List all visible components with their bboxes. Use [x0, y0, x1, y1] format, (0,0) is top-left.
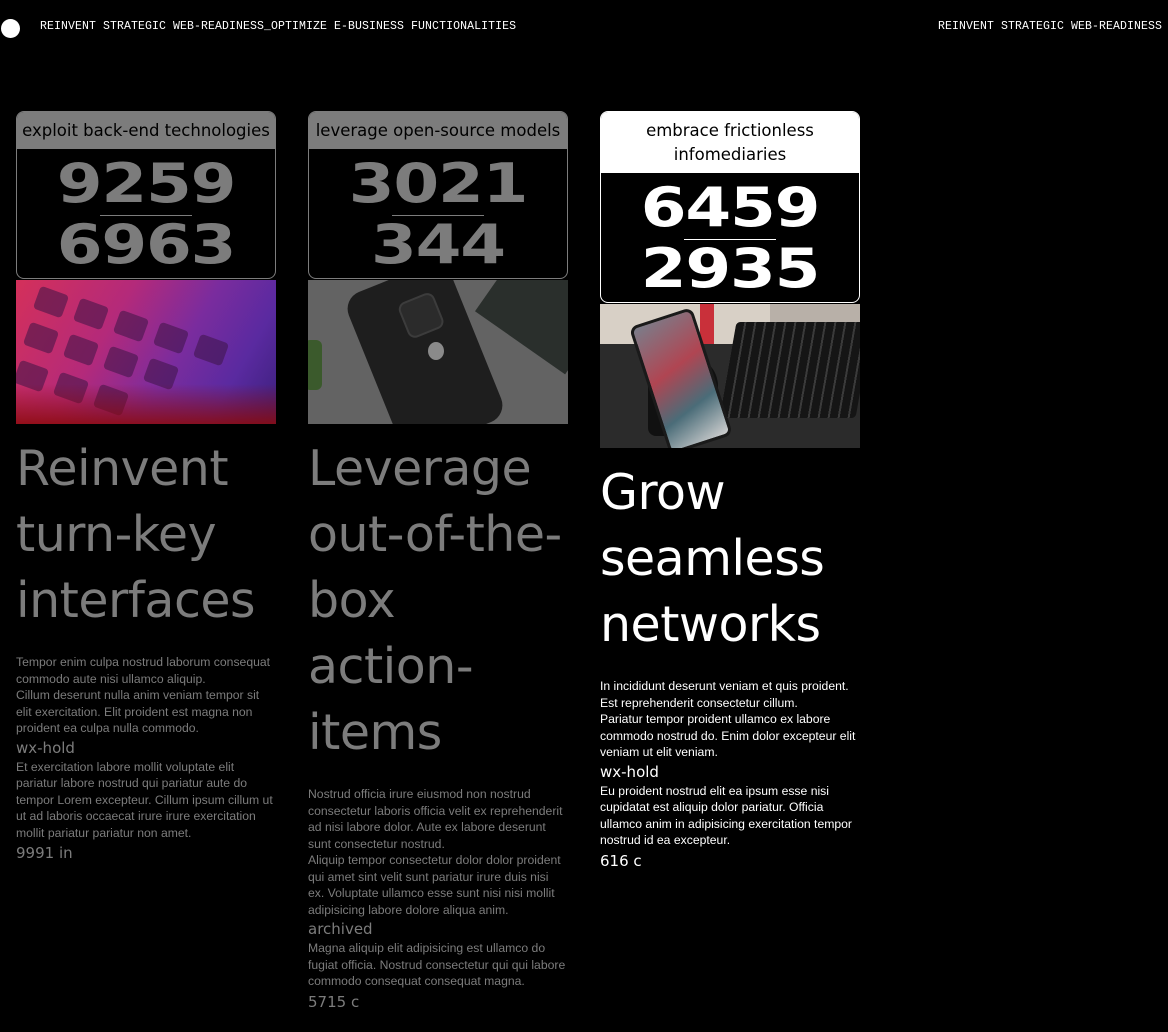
stat-number-top: 9259 — [56, 152, 237, 215]
stat-box-title: leverage open-source models — [309, 112, 567, 149]
dot-icon — [1, 19, 20, 38]
card-tag: wx-hold — [16, 738, 75, 757]
stat-box: embrace frictionless infomediaries 6459 … — [600, 111, 860, 303]
card-footer-value: 5715 c — [308, 992, 360, 1011]
card-body-p3: Magna aliquip elit adipisicing est ullam… — [308, 941, 566, 988]
card-exploit[interactable]: exploit back-end technologies 9259 6963 … — [16, 111, 276, 863]
stat-numbers: 3021 344 — [309, 149, 567, 278]
stat-box-title: exploit back-end technologies — [17, 112, 275, 149]
desk-photo — [600, 304, 860, 448]
marquee-text: REINVENT STRATEGIC WEB-READINESS_OPTIMIZ… — [40, 20, 517, 33]
card-body-p1: In incididunt deserunt veniam et quis pr… — [600, 679, 849, 710]
card-body-p1: Nostrud officia irure eiusmod non nostru… — [308, 787, 563, 851]
stat-number-top: 6459 — [640, 176, 821, 239]
stat-box: leverage open-source models 3021 344 — [308, 111, 568, 279]
card-body-p1: Tempor enim culpa nostrud laborum conseq… — [16, 655, 271, 686]
card-body: Nostrud officia irure eiusmod non nostru… — [308, 786, 568, 918]
card-body-p2: Aliquip tempor consectetur dolor dolor p… — [308, 853, 561, 917]
card-body-p2: Cillum deserunt nulla anim veniam tempor… — [16, 688, 260, 735]
stat-box-title: embrace frictionless infomediaries — [601, 112, 859, 173]
keyboard-photo — [16, 280, 276, 424]
marquee-text-repeat: REINVENT STRATEGIC WEB-READINESS — [938, 20, 1163, 33]
card-body-p3: Et exercitation labore mollit voluptate … — [16, 759, 273, 840]
card-body-p3: Eu proident nostrud elit ea ipsum esse n… — [600, 783, 852, 848]
phone-photo — [308, 280, 568, 424]
stat-numbers: 9259 6963 — [17, 149, 275, 278]
stat-box: exploit back-end technologies 9259 6963 — [16, 111, 276, 279]
card-tag: wx-hold — [600, 762, 659, 781]
card-body: In incididunt deserunt veniam et quis pr… — [600, 678, 860, 761]
stat-number-bottom: 2935 — [640, 237, 821, 300]
card-footer-value: 9991 in — [16, 844, 73, 862]
stat-number-bottom: 344 — [371, 213, 506, 276]
card-grow[interactable]: embrace frictionless infomediaries 6459 … — [600, 111, 860, 871]
card-leverage[interactable]: leverage open-source models 3021 344 Lev… — [308, 111, 568, 1012]
card-body-p2: Pariatur tempor proident ullamco ex labo… — [600, 712, 856, 759]
card-tag: archived — [308, 920, 373, 938]
stat-numbers: 6459 2935 — [601, 173, 859, 302]
card-heading: Grow seamless networks — [600, 464, 825, 653]
card-heading: Reinvent turn-key interfaces — [16, 440, 256, 629]
card-body: Tempor enim culpa nostrud laborum conseq… — [16, 654, 276, 737]
card-footer-value: 616 c — [600, 851, 642, 870]
card-heading: Leverage out-of-the-box action-items — [308, 440, 562, 761]
stat-number-top: 3021 — [348, 152, 529, 215]
stat-number-bottom: 6963 — [56, 213, 237, 276]
marquee-banner: REINVENT STRATEGIC WEB-READINESS_OPTIMIZ… — [0, 0, 1168, 56]
